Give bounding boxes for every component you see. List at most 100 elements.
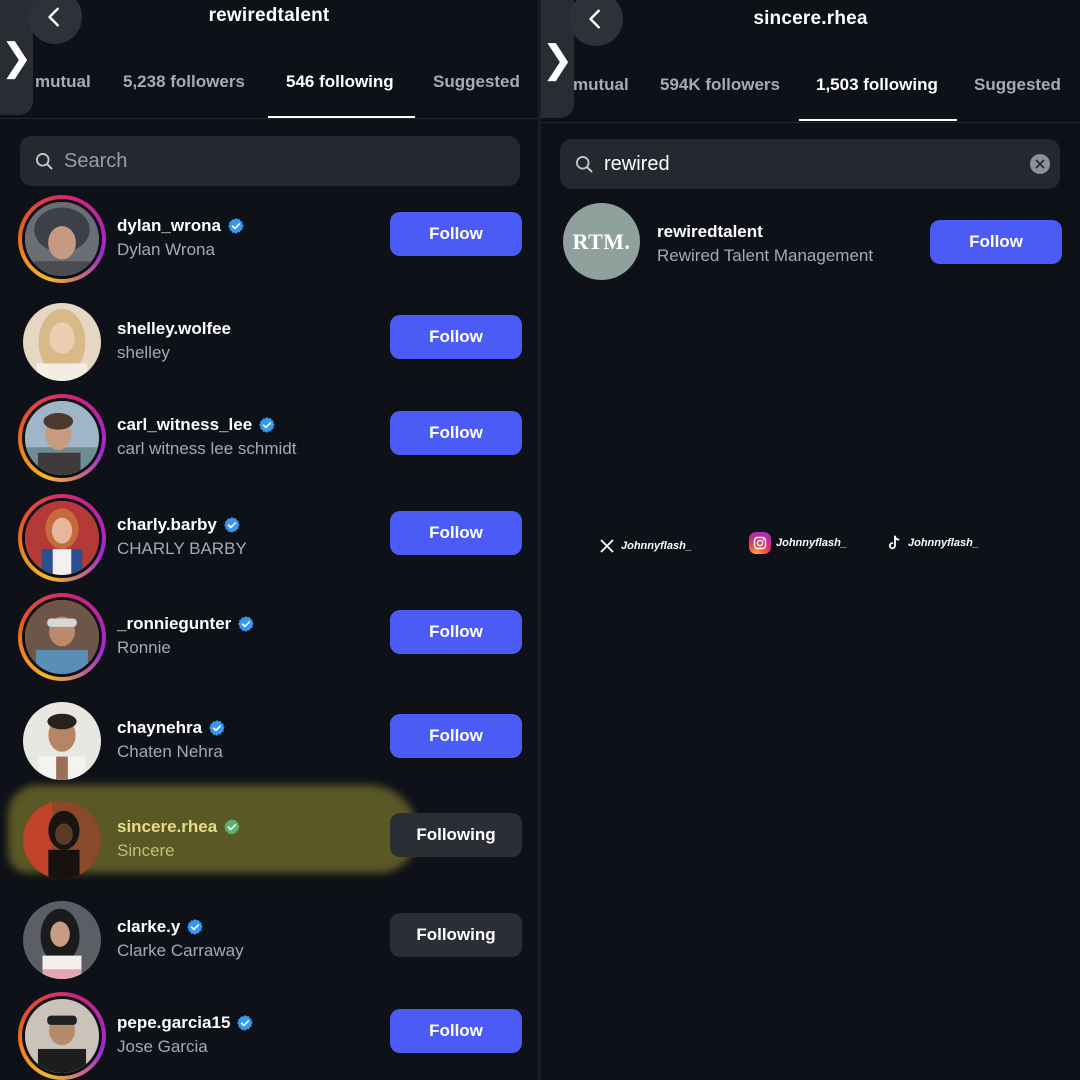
search-input[interactable] — [64, 149, 464, 173]
avatar-photo — [25, 401, 99, 475]
avatar[interactable]: RTM. — [563, 203, 640, 280]
watermark-x: Johnnyflash_ — [598, 537, 692, 555]
avatar[interactable] — [18, 896, 106, 984]
verified-badge-icon — [208, 719, 226, 737]
follow-button[interactable]: Follow — [390, 511, 522, 555]
full-name: Jose Garcia — [117, 1037, 208, 1056]
full-name: shelley — [117, 343, 170, 362]
avatar-photo — [23, 702, 101, 780]
watermark-label: Johnnyflash_ — [908, 537, 979, 549]
tab-bar: mutual 594K followers 1,503 following Su… — [541, 75, 1080, 121]
username[interactable]: sincere.rhea — [117, 817, 217, 837]
tiktok-logo-icon — [885, 534, 903, 552]
list-item: charly.barby CHARLY BARBY Follow — [0, 494, 538, 584]
full-name: Dylan Wrona — [117, 240, 215, 259]
avatar[interactable] — [18, 796, 106, 884]
follow-button[interactable]: Follow — [390, 714, 522, 758]
tab-followers[interactable]: 5,238 followers — [123, 72, 245, 92]
username[interactable]: charly.barby — [117, 515, 217, 535]
list-item: _ronniegunter Ronnie Follow — [0, 593, 538, 683]
watermark-bar: Johnnyflash_ Johnnyflash_ Johnnyflash_ — [541, 530, 1080, 560]
verified-badge-icon — [186, 918, 204, 936]
full-name: Rewired Talent Management — [657, 246, 874, 265]
username[interactable]: chaynehra — [117, 718, 202, 738]
search-input[interactable] — [604, 152, 1004, 176]
avatar[interactable] — [18, 298, 106, 386]
page-title: sincere.rhea — [753, 8, 868, 29]
page-title: rewiredtalent — [208, 5, 330, 26]
full-name: Chaten Nehra — [117, 742, 223, 761]
tab-following[interactable]: 546 following — [286, 72, 394, 92]
avatar-photo — [25, 999, 99, 1073]
list-item: pepe.garcia15 Jose Garcia Follow — [0, 992, 538, 1080]
follow-button[interactable]: Follow — [390, 212, 522, 256]
verified-badge-icon — [237, 615, 255, 633]
search-icon — [574, 154, 594, 174]
full-name: carl witness lee schmidt — [117, 439, 297, 458]
avatar[interactable] — [18, 593, 106, 681]
watermark-instagram: Johnnyflash_ — [749, 532, 847, 554]
username[interactable]: rewiredtalent — [657, 222, 763, 242]
username[interactable]: shelley.wolfee — [117, 319, 231, 339]
follow-button[interactable]: Follow — [390, 315, 522, 359]
avatar[interactable] — [18, 195, 106, 283]
tab-divider — [541, 122, 1080, 123]
full-name: Clarke Carraway — [117, 941, 244, 960]
right-panel: ❯ sincere.rhea mutual 594K followers 1,5… — [541, 0, 1080, 1080]
tab-mutual[interactable]: mutual — [35, 72, 91, 92]
watermark-label: Johnnyflash_ — [621, 540, 692, 552]
clear-icon[interactable] — [1030, 154, 1050, 174]
watermark-tiktok: Johnnyflash_ — [885, 534, 979, 552]
instagram-logo-icon — [749, 532, 771, 554]
avatar-photo — [23, 303, 101, 381]
avatar-photo — [23, 801, 101, 879]
tab-suggested[interactable]: Suggested — [433, 72, 520, 92]
username[interactable]: _ronniegunter — [117, 614, 231, 634]
avatar-photo — [25, 600, 99, 674]
tab-divider — [0, 118, 538, 119]
list-item: carl_witness_lee carl witness lee schmid… — [0, 394, 538, 484]
avatar-photo — [25, 501, 99, 575]
avatar[interactable] — [18, 494, 106, 582]
verified-badge-icon — [227, 217, 245, 235]
avatar[interactable] — [18, 697, 106, 785]
full-name: Ronnie — [117, 638, 171, 657]
search-bar[interactable] — [20, 136, 520, 186]
list-item: dylan_wrona Dylan Wrona Follow — [0, 195, 538, 285]
verified-badge-icon — [223, 516, 241, 534]
tab-mutual[interactable]: mutual — [573, 75, 629, 95]
following-button[interactable]: Following — [390, 913, 522, 957]
username[interactable]: clarke.y — [117, 917, 180, 937]
verified-badge-icon — [258, 416, 276, 434]
avatar[interactable] — [18, 992, 106, 1080]
tab-following[interactable]: 1,503 following — [816, 75, 938, 95]
username[interactable]: carl_witness_lee — [117, 415, 252, 435]
follow-button[interactable]: Follow — [390, 610, 522, 654]
list-item-highlighted: sincere.rhea Sincere Following — [0, 796, 538, 886]
search-icon — [34, 151, 54, 171]
search-bar[interactable] — [560, 139, 1060, 189]
follow-button[interactable]: Follow — [930, 220, 1062, 264]
list-item: chaynehra Chaten Nehra Follow — [0, 697, 538, 787]
list-item: clarke.y Clarke Carraway Following — [0, 896, 538, 986]
full-name: CHARLY BARBY — [117, 539, 247, 558]
x-logo-icon — [598, 537, 616, 555]
tab-bar: mutual 5,238 followers 546 following Sug… — [0, 72, 538, 118]
username[interactable]: dylan_wrona — [117, 216, 221, 236]
follow-button[interactable]: Follow — [390, 1009, 522, 1053]
tab-suggested[interactable]: Suggested — [974, 75, 1061, 95]
verified-badge-icon — [236, 1014, 254, 1032]
avatar-photo — [23, 901, 101, 979]
active-tab-underline — [799, 119, 957, 121]
tab-followers[interactable]: 594K followers — [660, 75, 780, 95]
list-item: shelley.wolfee shelley Follow — [0, 298, 538, 388]
verified-badge-icon — [223, 818, 241, 836]
avatar-photo — [25, 202, 99, 276]
username[interactable]: pepe.garcia15 — [117, 1013, 230, 1033]
left-panel: ❯ rewiredtalent mutual 5,238 followers 5… — [0, 0, 538, 1080]
avatar[interactable] — [18, 394, 106, 482]
full-name: Sincere — [117, 841, 175, 860]
follow-button[interactable]: Follow — [390, 411, 522, 455]
watermark-label: Johnnyflash_ — [776, 537, 847, 549]
following-button[interactable]: Following — [390, 813, 522, 857]
